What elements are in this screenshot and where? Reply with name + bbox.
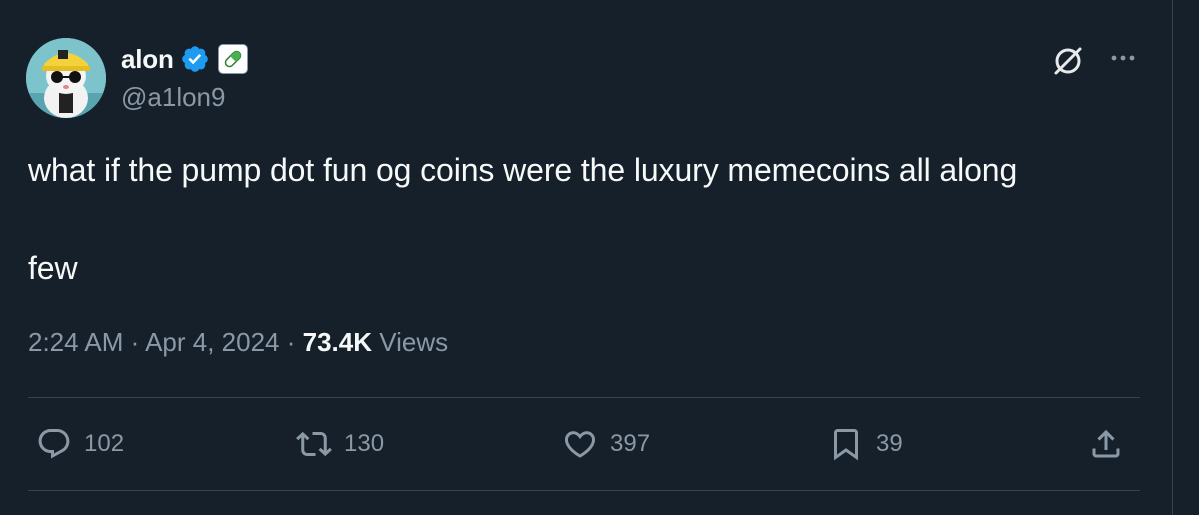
avatar[interactable] bbox=[26, 38, 106, 118]
meta-separator: · bbox=[279, 327, 303, 357]
heart-icon bbox=[564, 431, 596, 458]
reply-icon bbox=[38, 429, 70, 459]
divider bbox=[28, 490, 1140, 491]
retweet-count: 130 bbox=[344, 430, 385, 457]
meta-separator: · bbox=[123, 327, 146, 357]
like-button[interactable]: 397 bbox=[562, 424, 650, 464]
display-name[interactable]: alon bbox=[121, 44, 174, 75]
tweet-text-line: few bbox=[28, 250, 78, 286]
verified-badge-icon bbox=[180, 44, 210, 74]
share-icon bbox=[1092, 429, 1120, 458]
views-count: 73.4K bbox=[302, 327, 373, 357]
avatar-image bbox=[26, 38, 106, 118]
retweet-button[interactable]: 130 bbox=[296, 424, 384, 464]
author-handle[interactable]: @a1lon9 bbox=[121, 82, 225, 113]
tweet-metadata: 2:24 AM · Apr 4, 2024 · 73.4K Views bbox=[28, 327, 448, 358]
tweet-text-line: what if the pump dot fun og coins were t… bbox=[28, 152, 1018, 188]
green-pill-icon[interactable] bbox=[217, 44, 248, 74]
tweet-card: alon @a1lon9 what if the pump dot fun og… bbox=[0, 0, 1199, 515]
reply-button[interactable]: 102 bbox=[36, 424, 124, 464]
views-label: Views bbox=[379, 327, 449, 357]
retweet-icon bbox=[296, 431, 332, 457]
divider bbox=[28, 397, 1140, 398]
share-button[interactable] bbox=[1088, 424, 1124, 464]
bookmark-button[interactable]: 39 bbox=[828, 424, 903, 464]
bookmark-icon bbox=[834, 429, 858, 461]
bookmark-count: 39 bbox=[876, 430, 903, 457]
column-border bbox=[1172, 0, 1173, 515]
reply-count: 102 bbox=[84, 430, 125, 457]
grok-icon[interactable] bbox=[1051, 44, 1085, 78]
author-name-row: alon bbox=[121, 42, 248, 76]
more-options-icon[interactable] bbox=[1108, 46, 1138, 70]
tweet-date[interactable]: Apr 4, 2024 bbox=[145, 327, 279, 357]
like-count: 397 bbox=[610, 430, 651, 457]
tweet-time[interactable]: 2:24 AM bbox=[28, 327, 123, 357]
